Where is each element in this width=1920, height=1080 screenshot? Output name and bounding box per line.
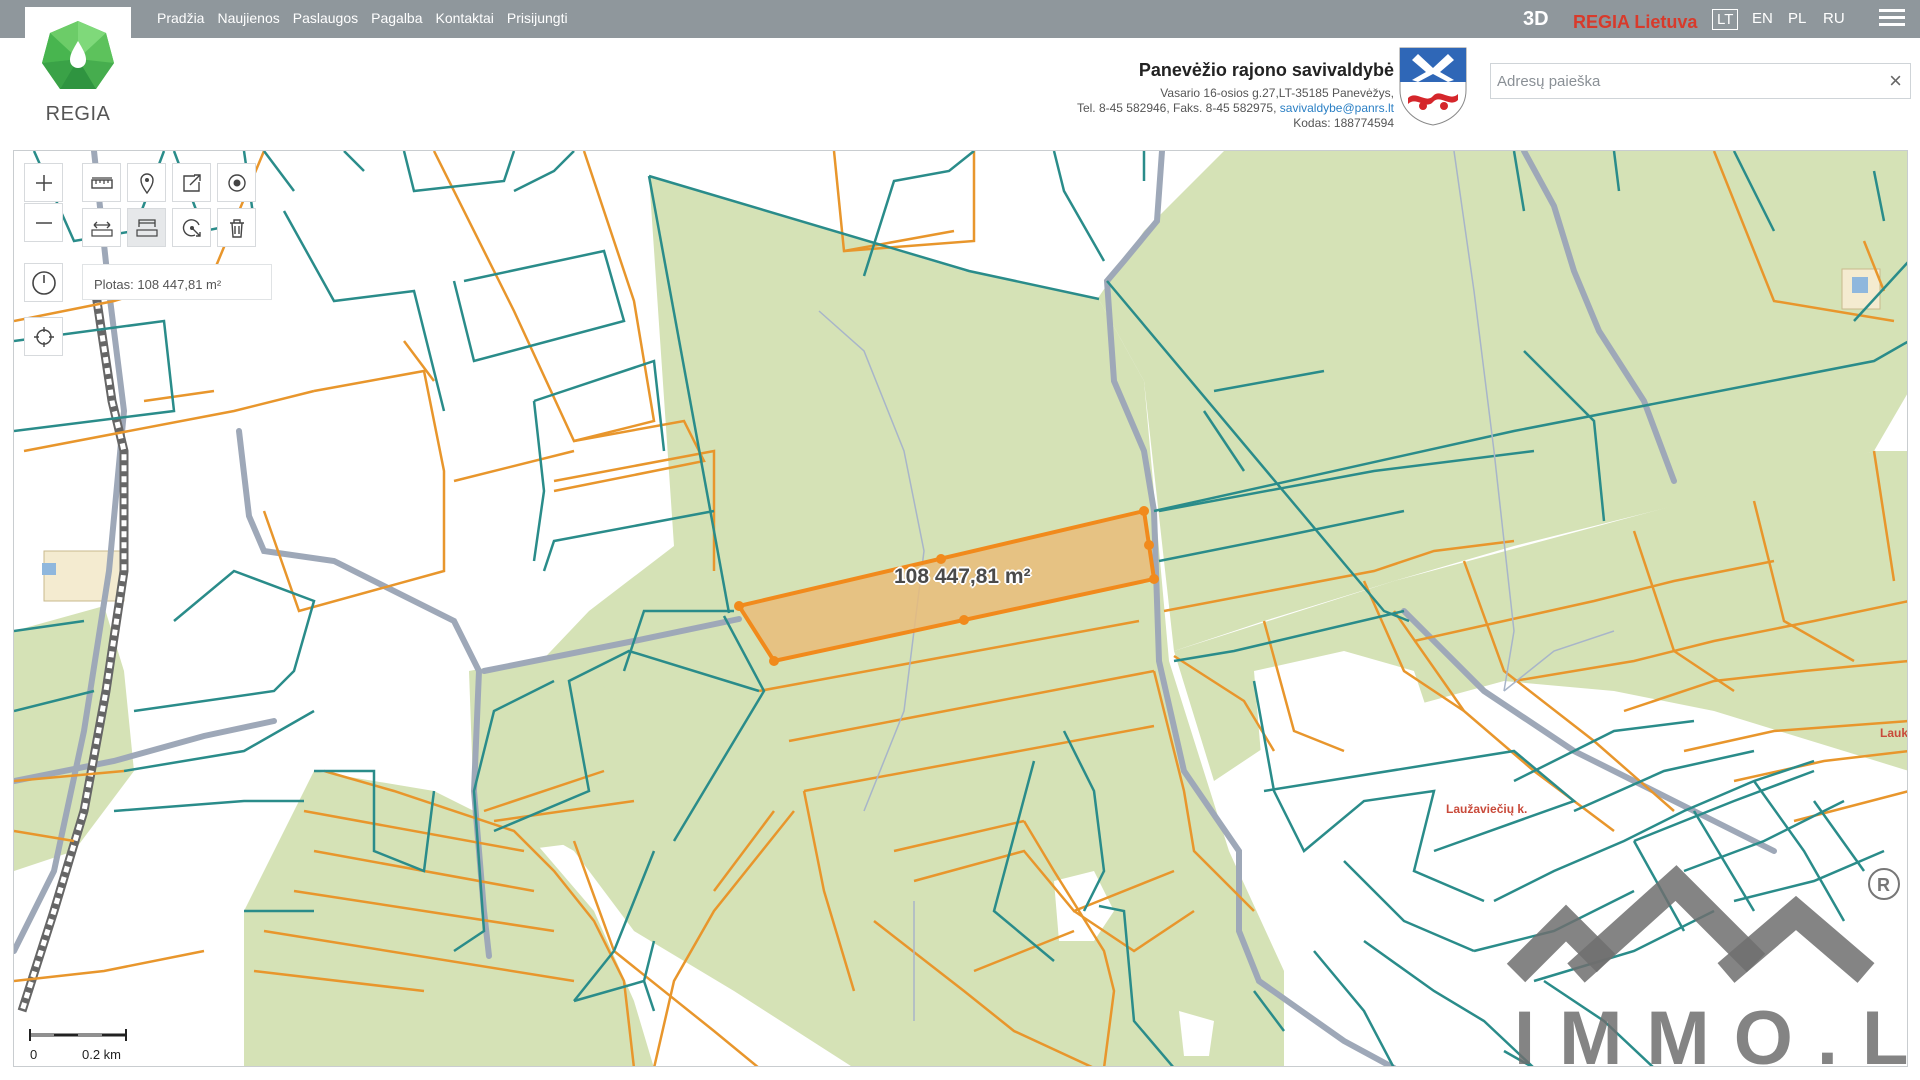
measure-distance-button[interactable] — [82, 208, 121, 247]
village-label: Laužaviečių k. — [1446, 802, 1528, 816]
plus-icon — [35, 174, 52, 191]
parcel-area-label: 108 447,81 m² — [894, 565, 1031, 588]
target-icon — [227, 173, 246, 192]
zoom-in-button[interactable] — [24, 163, 63, 202]
export-icon — [182, 173, 201, 192]
crosshair-icon — [33, 326, 54, 347]
immo-watermark-icon — [1506, 865, 1875, 983]
polygon-ruler-icon — [135, 218, 158, 237]
export-button[interactable] — [172, 163, 211, 202]
logo-text: REGIA — [45, 103, 111, 125]
scale-bar: 0 0.2 km — [28, 1025, 128, 1065]
nav-link-services[interactable]: Paslaugos — [293, 10, 358, 26]
municipality-info: Panevėžio rajono savivaldybė Vasario 16-… — [1077, 60, 1394, 131]
village-label-edge: Lauk — [1880, 726, 1908, 740]
coat-of-arms-icon — [1399, 47, 1467, 126]
3d-button[interactable]: 3D — [1523, 8, 1549, 31]
measure-area-button[interactable] — [82, 163, 121, 202]
lang-ru-button[interactable]: RU — [1819, 9, 1849, 28]
main-nav: Pradžia Naujienos Paslaugos Pagalba Kont… — [157, 10, 568, 26]
zoom-out-button[interactable] — [24, 203, 63, 242]
hamburger-menu-icon[interactable] — [1879, 9, 1905, 29]
map-canvas[interactable]: R Plotas: 108 447,81 m² 108 447,81 m² La… — [13, 150, 1908, 1067]
lang-en-button[interactable]: EN — [1748, 9, 1777, 28]
regia-logo[interactable]: REGIA — [25, 7, 131, 132]
marker-icon — [139, 172, 154, 194]
address-search: × — [1490, 63, 1911, 99]
nav-link-contacts[interactable]: Kontaktai — [436, 10, 494, 26]
ruler-icon — [90, 176, 113, 189]
measure-polygon-button[interactable] — [127, 208, 166, 247]
search-clear-icon[interactable]: × — [1889, 68, 1902, 94]
area-readout: Plotas: 108 447,81 m² — [82, 264, 272, 300]
address-search-input[interactable] — [1491, 64, 1861, 98]
scale-zero: 0 — [30, 1047, 38, 1062]
delete-button[interactable] — [217, 208, 256, 247]
trash-icon — [229, 218, 244, 238]
municipality-address: Vasario 16-osios g.27,LT-35185 Panevėžys… — [1160, 86, 1394, 100]
watermark-text: IMMO.LT — [1514, 996, 1907, 1067]
place-marker-button[interactable] — [127, 163, 166, 202]
municipality-title: Panevėžio rajono savivaldybė — [1138, 60, 1394, 80]
municipality-phone-fax: Tel. 8-45 582946, Faks. 8-45 582975, — [1076, 101, 1277, 115]
radius-icon — [182, 218, 201, 237]
regia-lietuva-link[interactable]: REGIA Lietuva — [1573, 12, 1697, 33]
top-bar: Pradžia Naujienos Paslaugos Pagalba Kont… — [0, 0, 1920, 38]
lang-lt-button[interactable]: LT — [1712, 9, 1739, 30]
distance-icon — [90, 221, 113, 237]
regia-logo-icon — [42, 21, 114, 89]
municipality-email-link[interactable]: savivaldybe@panrs.lt — [1280, 101, 1394, 115]
nav-link-news[interactable]: Naujienos — [217, 10, 279, 26]
lang-pl-button[interactable]: PL — [1784, 9, 1810, 28]
locate-button[interactable] — [24, 317, 63, 356]
municipality-code: Kodas: 188774594 — [1293, 116, 1394, 130]
history-button[interactable] — [24, 263, 63, 302]
scale-distance: 0.2 km — [82, 1047, 122, 1062]
radius-button[interactable] — [172, 208, 211, 247]
clock-icon — [31, 270, 56, 295]
nav-link-help[interactable]: Pagalba — [371, 10, 422, 26]
nav-link-login[interactable]: Prisijungti — [507, 10, 568, 26]
point-button[interactable] — [217, 163, 256, 202]
nav-link-home[interactable]: Pradžia — [157, 10, 204, 26]
minus-icon — [35, 221, 52, 224]
municipality-contacts: Tel. 8-45 582946, Faks. 8-45 582975, sav… — [1077, 101, 1394, 116]
